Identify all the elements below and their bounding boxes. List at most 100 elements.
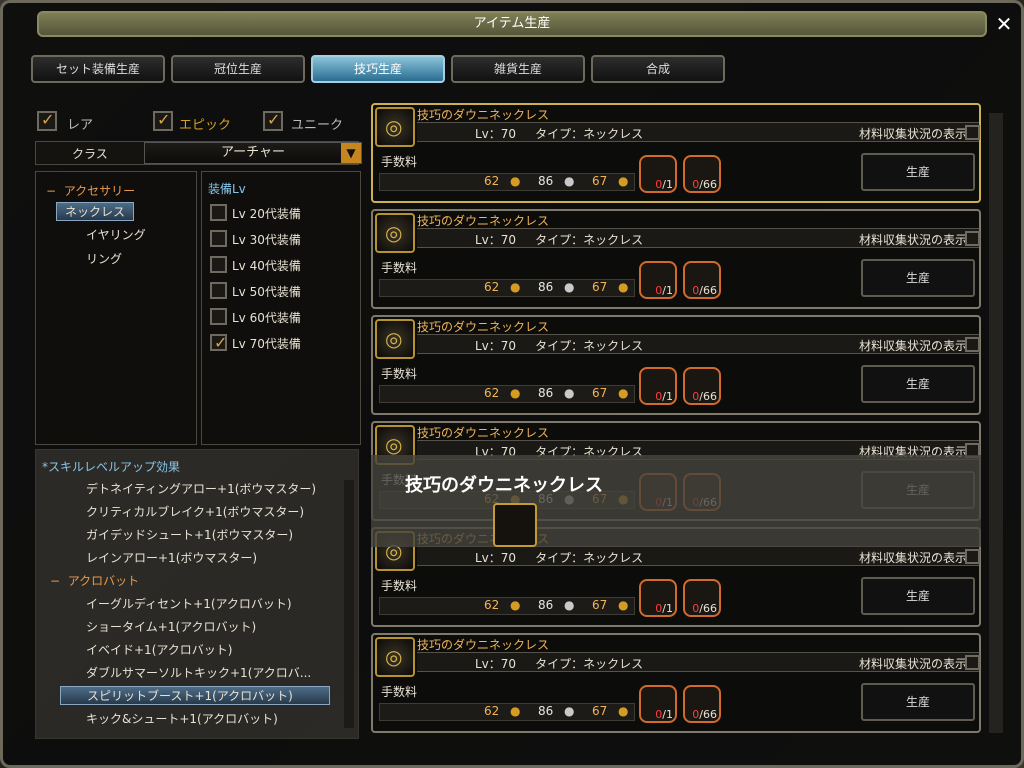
- gold-coin-icon-2: ●: [618, 280, 629, 294]
- skill-scrollbar[interactable]: [344, 480, 354, 728]
- recipe-scrollbar[interactable]: [989, 113, 1003, 733]
- material-count-1: 0/1: [655, 390, 673, 403]
- fee-costs: 62 ● 86 ● 67 ●: [379, 703, 635, 721]
- tooltip-necklace-icon: [493, 503, 537, 547]
- skill-head-acrobat-label: アクロバット: [67, 574, 140, 588]
- tab-craftsmanship[interactable]: 技巧生産: [311, 55, 445, 83]
- show-material-label: 材料収集状況の表示: [858, 233, 967, 247]
- item-tooltip: 技巧のダウニネックレス: [371, 455, 981, 547]
- recipe-card[interactable]: 技巧のダウニネックレス Lv：70 タイプ：ネックレス 材料収集状況の表示 手数…: [371, 315, 981, 415]
- unique-label: ユニーク: [291, 118, 344, 133]
- lv30-checkbox[interactable]: [210, 230, 227, 247]
- recipe-lv-text: Lv：70: [475, 339, 517, 353]
- produce-button[interactable]: 生産: [861, 683, 975, 721]
- produce-button[interactable]: 生産: [861, 259, 975, 297]
- necklace-icon: [375, 637, 415, 677]
- recipe-card[interactable]: 技巧のダウニネックレス Lv：70 タイプ：ネックレス 材料収集状況の表示 手数…: [371, 209, 981, 309]
- fee-label: 手数料: [381, 155, 418, 169]
- unique-checkbox[interactable]: [263, 110, 283, 131]
- necklace-icon: [375, 319, 415, 359]
- class-label: クラス: [72, 147, 108, 161]
- rare-checkbox[interactable]: [37, 110, 57, 131]
- fee-costs: 62 ● 86 ● 67 ●: [379, 279, 635, 297]
- tree-item-earring[interactable]: イヤリング: [86, 226, 146, 243]
- epic-checkbox[interactable]: [153, 110, 173, 131]
- silver-coin-icon: ●: [564, 280, 575, 294]
- show-material-checkbox[interactable]: [964, 337, 980, 352]
- recipe-name: 技巧のダウニネックレス: [417, 108, 550, 122]
- lv50-label: Lv 50代装備: [232, 285, 301, 299]
- produce-button[interactable]: 生産: [861, 577, 975, 615]
- tree-item-necklace[interactable]: ネックレス: [56, 202, 135, 221]
- recipe-card[interactable]: 技巧のダウニネックレス Lv：70 タイプ：ネックレス 材料収集状況の表示 手数…: [371, 633, 981, 733]
- gold-cost-2: 67: [592, 386, 608, 400]
- material-count-1: 0/1: [655, 708, 673, 721]
- material-icon-1: 0/1: [639, 261, 677, 299]
- show-material-label: 材料収集状況の表示: [858, 657, 967, 671]
- necklace-icon: [375, 107, 415, 147]
- produce-button[interactable]: 生産: [861, 153, 975, 191]
- lv70-checkbox[interactable]: [210, 333, 227, 352]
- produce-button[interactable]: 生産: [861, 365, 975, 403]
- fee-costs: 62 ● 86 ● 67 ●: [379, 173, 635, 191]
- silver-coin-icon: ●: [564, 598, 575, 612]
- lv40-label: Lv 40代装備: [232, 259, 301, 273]
- gold-cost: 62: [484, 598, 500, 612]
- recipe-level: Lv：70 タイプ：ネックレス: [475, 337, 643, 354]
- tab-sundry[interactable]: 雑貨生産: [451, 55, 585, 83]
- skill-kick-shoot: キック&シュート+1(アクロバット): [86, 712, 278, 726]
- show-material-status: 材料収集状況の表示: [858, 655, 980, 672]
- gold-cost-2: 67: [592, 598, 608, 612]
- material-count-2: 0/66: [692, 178, 717, 191]
- lv20-checkbox[interactable]: [210, 204, 227, 221]
- lv60-checkbox[interactable]: [210, 308, 227, 325]
- show-material-checkbox[interactable]: [964, 655, 980, 670]
- lv50-checkbox[interactable]: [210, 282, 227, 299]
- category-tree: − アクセサリー ネックレス イヤリング リング: [35, 171, 197, 445]
- gold-coin-icon: ●: [510, 598, 521, 612]
- show-material-label: 材料収集状況の表示: [858, 551, 967, 565]
- chevron-down-icon[interactable]: ▼: [341, 143, 361, 163]
- fee-costs: 62 ● 86 ● 67 ●: [379, 597, 635, 615]
- recipe-lv-text: Lv：70: [475, 657, 517, 671]
- tree-head-accessory[interactable]: − アクセサリー: [46, 182, 135, 199]
- silver-cost: 86: [538, 386, 554, 400]
- tab-synthesis[interactable]: 合成: [591, 55, 725, 83]
- skill-guided-shot: ガイデッドシュート+1(ボウマスター): [86, 528, 294, 542]
- class-select[interactable]: アーチャー ▼: [144, 142, 362, 164]
- material-icon-1: 0/1: [639, 685, 677, 723]
- show-material-checkbox[interactable]: [964, 125, 980, 140]
- tree-item-ring[interactable]: リング: [86, 250, 122, 267]
- recipe-lv-text: Lv：70: [475, 127, 517, 141]
- gold-coin-icon-2: ●: [618, 174, 629, 188]
- tooltip-title: 技巧のダウニネックレス: [405, 475, 603, 496]
- silver-coin-icon: ●: [564, 386, 575, 400]
- show-material-label: 材料収集状況の表示: [858, 127, 967, 141]
- material-count-2: 0/66: [692, 602, 717, 615]
- recipe-card[interactable]: 技巧のダウニネックレス Lv：70 タイプ：ネックレス 材料収集状況の表示 手数…: [371, 103, 981, 203]
- material-icon-2: 0/66: [683, 155, 721, 193]
- window-title: アイテム生産: [37, 11, 987, 37]
- rare-label: レア: [67, 118, 94, 133]
- recipe-level: Lv：70 タイプ：ネックレス: [475, 655, 643, 672]
- recipe-name: 技巧のダウニネックレス: [417, 638, 550, 652]
- tab-set-equipment[interactable]: セット装備生産: [31, 55, 165, 83]
- show-material-status: 材料収集状況の表示: [858, 549, 980, 566]
- close-button[interactable]: ✕: [991, 11, 1017, 37]
- material-count-2: 0/66: [692, 390, 717, 403]
- skill-effect-panel: *スキルレベルアップ効果 デトネイティングアロー+1(ボウマスター) クリティカ…: [35, 449, 359, 739]
- show-material-checkbox[interactable]: [964, 231, 980, 246]
- lv40-checkbox[interactable]: [210, 256, 227, 273]
- gold-cost: 62: [484, 704, 500, 718]
- show-material-status: 材料収集状況の表示: [858, 231, 980, 248]
- gold-coin-icon-2: ●: [618, 386, 629, 400]
- material-icon-2: 0/66: [683, 579, 721, 617]
- tab-crown[interactable]: 冠位生産: [171, 55, 305, 83]
- lv60-label: Lv 60代装備: [232, 311, 301, 325]
- skill-critical-break: クリティカルブレイク+1(ボウマスター): [86, 505, 305, 519]
- gold-coin-icon: ●: [510, 174, 521, 188]
- recipe-type-text: タイプ：ネックレス: [535, 657, 644, 671]
- material-count-2: 0/66: [692, 284, 717, 297]
- show-material-checkbox[interactable]: [964, 549, 980, 564]
- material-count-1: 0/1: [655, 178, 673, 191]
